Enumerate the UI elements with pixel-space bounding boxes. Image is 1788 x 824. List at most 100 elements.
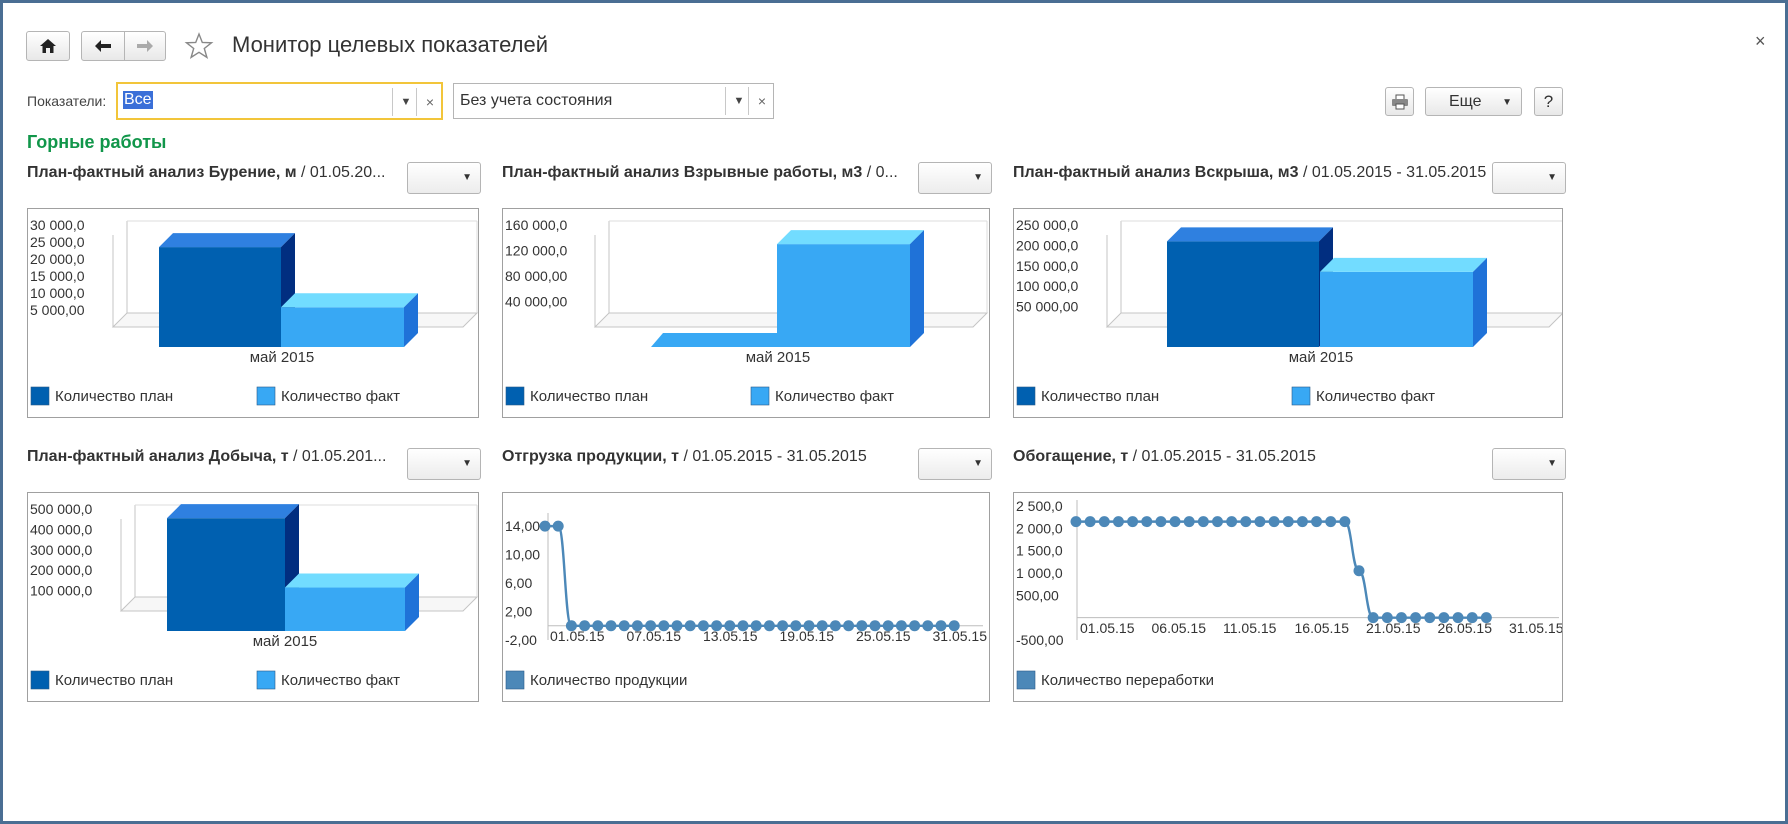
- bar-plan: [1167, 241, 1319, 347]
- home-button[interactable]: [26, 31, 70, 61]
- favorite-button[interactable]: [184, 31, 216, 63]
- panel-period-dropdown[interactable]: ▼: [407, 448, 481, 480]
- legend-swatch: [30, 670, 50, 690]
- bar-plan-top: [159, 233, 295, 248]
- chevron-down-icon: ▼: [462, 172, 472, 183]
- indicators-clear-button[interactable]: ×: [416, 88, 443, 116]
- data-point: [1410, 612, 1422, 624]
- data-point: [1240, 516, 1252, 528]
- bar-plan: [167, 518, 285, 631]
- data-point: [552, 520, 564, 532]
- legend-label: Количество факт: [281, 388, 400, 405]
- indicators-value[interactable]: Все: [123, 91, 153, 109]
- data-point: [790, 620, 802, 632]
- data-point: [935, 620, 947, 632]
- y-tick-label: 30 000,0: [30, 217, 85, 233]
- y-tick-label: 10,00: [505, 547, 540, 563]
- legend-label: Количество факт: [1316, 388, 1435, 405]
- star-icon: [184, 32, 214, 60]
- y-tick-label: 200 000,0: [30, 562, 92, 578]
- back-button[interactable]: [81, 31, 125, 61]
- series-line: [544, 524, 955, 627]
- bar-fact-top: [281, 293, 418, 308]
- y-tick-label: 6,00: [505, 575, 532, 591]
- help-button[interactable]: ?: [1534, 87, 1563, 116]
- indicators-label: Показатели:: [27, 93, 107, 109]
- window-frame: Монитор целевых показателей × Показатели…: [0, 0, 1788, 824]
- chart-svg: 250 000,0 200 000,0 150 000,0 100 000,0 50 0…: [1016, 217, 1562, 406]
- panel-period-dropdown[interactable]: ▼: [1492, 448, 1566, 480]
- y-tick-label: 80 000,00: [505, 268, 567, 284]
- data-point: [829, 620, 841, 632]
- y-tick-label: 5 000,00: [30, 302, 85, 318]
- forward-button[interactable]: [124, 31, 166, 61]
- legend-swatch: [505, 670, 525, 690]
- chart-stripping: 250 000,0 200 000,0 150 000,0 100 000,0 50 0…: [1013, 208, 1563, 418]
- legend-swatch: [1291, 386, 1311, 406]
- state-select[interactable]: Без учета состояния ▼ ×: [453, 83, 774, 119]
- data-point: [671, 620, 683, 632]
- data-point: [1438, 612, 1450, 624]
- data-point: [631, 620, 643, 632]
- data-point: [1282, 516, 1294, 528]
- panel-title-stripping: План-фактный анализ Вскрыша, м3 / 01.05.…: [1013, 164, 1487, 181]
- y-tick-label: 50 000,00: [1016, 299, 1078, 315]
- y-tick-label: -500,00: [1016, 632, 1064, 648]
- data-point: [539, 520, 551, 532]
- data-point: [909, 620, 921, 632]
- y-tick-label: 20 000,0: [30, 251, 85, 267]
- legend-label: Количество план: [1041, 388, 1159, 405]
- state-value[interactable]: Без учета состояния: [460, 92, 612, 110]
- bar-fact-top: [285, 573, 419, 588]
- close-button[interactable]: ×: [1755, 31, 1766, 52]
- data-point: [1353, 565, 1365, 577]
- legend-swatch: [30, 386, 50, 406]
- y-tick-label: 120 000,0: [505, 243, 567, 259]
- more-button[interactable]: Еще ▼: [1425, 87, 1522, 116]
- chart-svg: 2 500,0 2 000,0 1 500,0 1 000,0 500,00 -500,0…: [1016, 498, 1562, 690]
- data-point: [1466, 612, 1478, 624]
- x-tick-label: 01.05.15: [1080, 620, 1135, 636]
- data-point: [1452, 612, 1464, 624]
- legend-label: Количество переработки: [1041, 672, 1214, 689]
- chevron-down-icon: ▼: [400, 96, 412, 108]
- print-button[interactable]: [1385, 87, 1414, 116]
- data-point: [922, 620, 934, 632]
- x-category-label: май 2015: [1289, 349, 1354, 366]
- legend-swatch: [1016, 670, 1036, 690]
- legend-swatch: [750, 386, 770, 406]
- panel-period-dropdown[interactable]: ▼: [407, 162, 481, 194]
- back-arrow-icon: [95, 40, 111, 52]
- chart-mining: 500 000,0 400 000,0 300 000,0 200 000,0 100 …: [27, 492, 479, 702]
- y-tick-label: 1 000,0: [1016, 565, 1063, 581]
- y-tick-label: 300 000,0: [30, 542, 92, 558]
- indicators-dropdown-button[interactable]: ▼: [392, 88, 419, 116]
- data-point: [579, 620, 591, 632]
- chevron-down-icon: ▼: [973, 458, 983, 469]
- panel-title-shipment: Отгрузка продукции, т / 01.05.2015 - 31.…: [502, 448, 867, 465]
- y-tick-label: 100 000,0: [30, 583, 92, 599]
- bar-plan: [159, 247, 281, 347]
- x-tick-label: 06.05.15: [1152, 620, 1207, 636]
- y-tick-label: 500 000,0: [30, 501, 92, 517]
- y-tick-label: 25 000,0: [30, 234, 85, 250]
- data-point: [1226, 516, 1238, 528]
- indicators-select[interactable]: Все ▼ ×: [116, 82, 443, 120]
- legend-label: Количество факт: [775, 388, 894, 405]
- data-point: [645, 620, 657, 632]
- data-point: [1296, 516, 1308, 528]
- data-point: [803, 620, 815, 632]
- data-point: [724, 620, 736, 632]
- panel-period-dropdown[interactable]: ▼: [918, 162, 992, 194]
- y-tick-label: 160 000,0: [505, 217, 567, 233]
- data-point: [1424, 612, 1436, 624]
- state-clear-button[interactable]: ×: [748, 87, 775, 115]
- more-label: Еще: [1449, 92, 1482, 110]
- bar-fact-top: [1320, 257, 1487, 272]
- home-icon: [40, 39, 56, 53]
- data-point: [1155, 516, 1167, 528]
- panel-period-dropdown[interactable]: ▼: [1492, 162, 1566, 194]
- legend-label: Количество план: [530, 388, 648, 405]
- print-icon: [1391, 94, 1408, 109]
- panel-period-dropdown[interactable]: ▼: [918, 448, 992, 480]
